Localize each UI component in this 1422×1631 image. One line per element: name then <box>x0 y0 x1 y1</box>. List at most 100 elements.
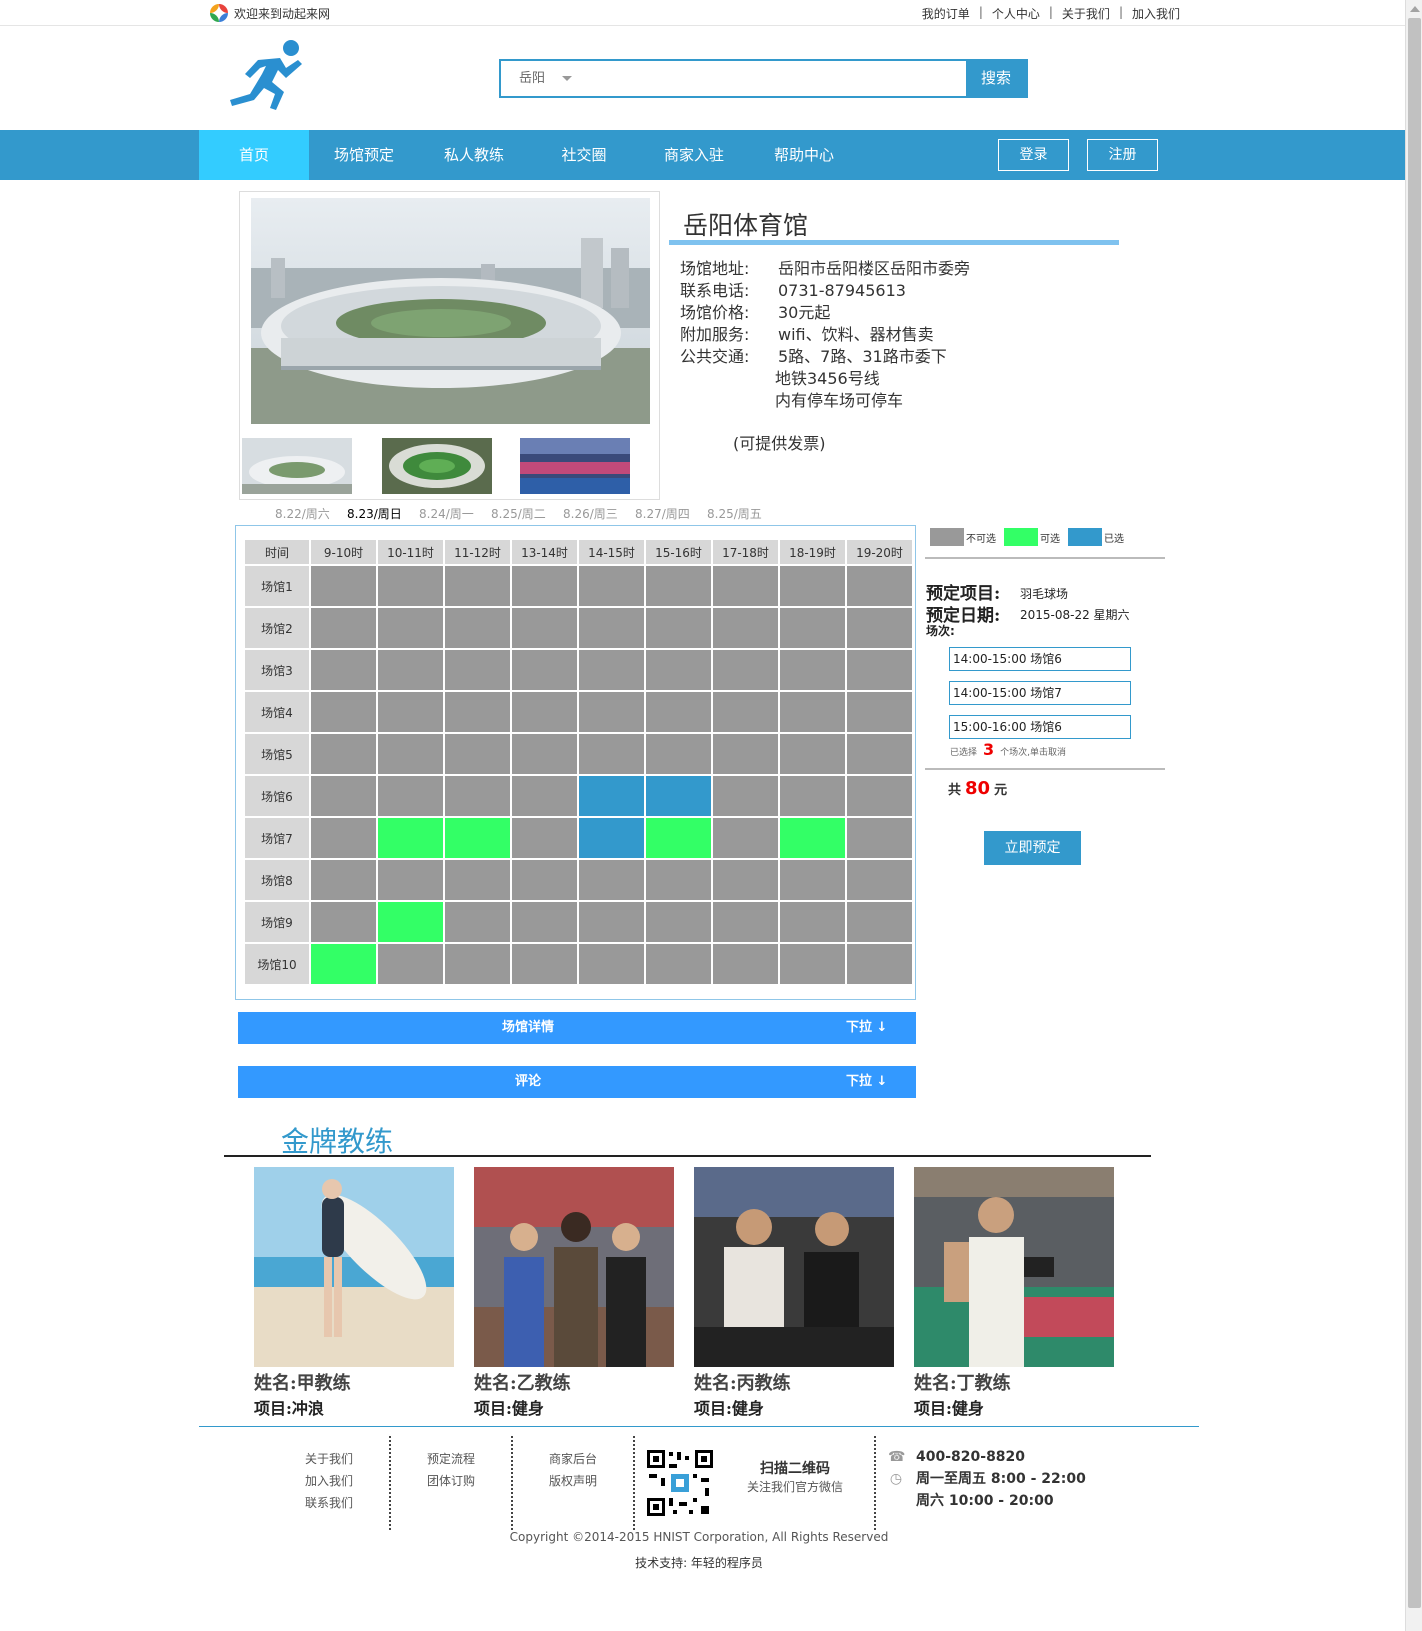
footer-link-about[interactable]: 关于我们 <box>274 1448 384 1470</box>
grid-hour-header: 13-14时 <box>512 540 577 564</box>
coach-photo[interactable] <box>474 1167 674 1367</box>
footer-link-copyright[interactable]: 版权声明 <box>518 1470 628 1492</box>
nav-help[interactable]: 帮助中心 <box>749 130 859 180</box>
legend-swatch-unavailable <box>930 528 964 546</box>
grid-row: 场馆1 <box>245 566 912 606</box>
scrollbar-thumb[interactable] <box>1408 18 1421 1608</box>
slot-available[interactable] <box>445 818 510 858</box>
session-slot[interactable]: 15:00-16:00 场馆6 <box>949 715 1131 739</box>
date-tab[interactable]: 8.25/周五 <box>707 505 762 522</box>
date-tab[interactable]: 8.27/周四 <box>635 505 690 522</box>
slot-available[interactable] <box>646 818 711 858</box>
slot-available[interactable] <box>378 902 443 942</box>
slot-unavailable <box>847 692 912 732</box>
date-tab[interactable]: 8.25/周二 <box>491 505 546 522</box>
venue-transport-extra: 地铁3456号线 <box>775 369 880 388</box>
comments-dropdown[interactable]: 评论 下拉 ↓ <box>238 1066 916 1098</box>
nav-venue-booking[interactable]: 场馆预定 <box>309 130 419 180</box>
scroll-up-arrow-icon[interactable] <box>1410 6 1420 12</box>
venue-gallery <box>239 191 660 500</box>
top-bar: 欢迎来到动起来网 我的订单 | 个人中心 | 关于我们 | 加入我们 <box>0 0 1405 26</box>
legend: 不可选 可选 已选 <box>930 528 1132 546</box>
venue-services: wifi、饮料、器材售卖 <box>778 325 934 344</box>
total-amount: 80 <box>965 778 991 799</box>
session-slot[interactable]: 14:00-15:00 场馆6 <box>949 647 1131 671</box>
grid-row: 场馆6 <box>245 776 912 816</box>
footer-link-contact[interactable]: 联系我们 <box>274 1492 384 1514</box>
total-unit: 元 <box>994 783 1008 798</box>
slot-unavailable <box>847 944 912 984</box>
slot-unavailable <box>311 818 376 858</box>
dropdown-title: 场馆详情 <box>501 1020 554 1035</box>
schedule-table: 时间 9-10时 10-11时 11-12时 13-14时 14-15时 15-16时 17-… <box>243 538 914 986</box>
search-input[interactable] <box>575 61 966 96</box>
coach-photo[interactable] <box>914 1167 1114 1367</box>
coach-photo[interactable] <box>694 1167 894 1367</box>
slot-selected[interactable] <box>579 776 644 816</box>
coach-name: 姓名:丙教练 <box>694 1373 791 1394</box>
slot-available[interactable] <box>378 818 443 858</box>
slot-available[interactable] <box>780 818 845 858</box>
page-scrollbar[interactable] <box>1405 0 1422 1631</box>
slot-unavailable <box>445 902 510 942</box>
coach-card[interactable]: 姓名:甲教练 项目:冲浪 <box>254 1167 454 1419</box>
runner-logo-icon[interactable] <box>228 38 308 112</box>
date-value: 2015-08-22 星期六 <box>1020 608 1130 622</box>
slot-unavailable <box>445 860 510 900</box>
slot-selected[interactable] <box>579 818 644 858</box>
nav-merchant[interactable]: 商家入驻 <box>639 130 749 180</box>
footer-link-join[interactable]: 加入我们 <box>274 1470 384 1492</box>
coach-card[interactable]: 姓名:丙教练 项目:健身 <box>694 1167 894 1419</box>
session-slot[interactable]: 14:00-15:00 场馆7 <box>949 681 1131 705</box>
footer-column: 关于我们 加入我们 联系我们 <box>274 1448 384 1514</box>
venue-thumbnail[interactable] <box>520 438 630 494</box>
top-link-profile[interactable]: 个人中心 <box>992 5 1040 22</box>
search-button[interactable]: 搜索 <box>966 61 1026 96</box>
venue-details-dropdown[interactable]: 场馆详情 下拉 ↓ <box>238 1012 916 1044</box>
date-tab[interactable]: 8.22/周六 <box>275 505 330 522</box>
top-link-orders[interactable]: 我的订单 <box>922 5 970 22</box>
footer-link-merchant[interactable]: 商家后台 <box>518 1448 628 1470</box>
dropdown-toggle[interactable]: 下拉 ↓ <box>846 1066 887 1098</box>
qr-title: 扫描二维码 <box>760 1461 830 1477</box>
slot-unavailable <box>512 818 577 858</box>
grid-hour-header: 14-15时 <box>579 540 644 564</box>
slot-unavailable <box>512 566 577 606</box>
slot-unavailable <box>780 860 845 900</box>
login-button[interactable]: 登录 <box>998 139 1069 171</box>
slot-unavailable <box>378 650 443 690</box>
top-link-about[interactable]: 关于我们 <box>1062 5 1110 22</box>
welcome-text: 欢迎来到动起来网 <box>234 6 331 21</box>
date-tab[interactable]: 8.26/周三 <box>563 505 618 522</box>
nav-personal-trainer[interactable]: 私人教练 <box>419 130 529 180</box>
date-tab[interactable]: 8.24/周一 <box>419 505 474 522</box>
coach-card[interactable]: 姓名:丁教练 项目:健身 <box>914 1167 1114 1419</box>
venue-thumbnail[interactable] <box>382 438 492 494</box>
slot-selected[interactable] <box>646 776 711 816</box>
date-tab-selected[interactable]: 8.23/周日 <box>347 505 402 522</box>
dropdown-toggle[interactable]: 下拉 ↓ <box>846 1012 887 1044</box>
grid-court-label: 场馆5 <box>245 734 309 774</box>
title-underline <box>669 240 1119 245</box>
footer-link-group[interactable]: 团体订购 <box>396 1470 506 1492</box>
register-button[interactable]: 注册 <box>1087 139 1158 171</box>
slot-unavailable <box>445 734 510 774</box>
coach-card[interactable]: 姓名:乙教练 项目:健身 <box>474 1167 674 1419</box>
slot-unavailable <box>646 902 711 942</box>
slot-available[interactable] <box>311 944 376 984</box>
info-label: 场馆价格: <box>680 303 750 322</box>
slot-unavailable <box>311 902 376 942</box>
coach-photo[interactable] <box>254 1167 454 1367</box>
venue-thumbnail[interactable] <box>242 438 352 494</box>
city-select[interactable]: 岳阳 <box>501 61 575 96</box>
grid-court-label: 场馆9 <box>245 902 309 942</box>
grid-time-header: 时间 <box>245 540 309 564</box>
slot-unavailable <box>311 860 376 900</box>
top-link-join[interactable]: 加入我们 <box>1132 5 1180 22</box>
nav-social[interactable]: 社交圈 <box>529 130 639 180</box>
slot-unavailable <box>378 860 443 900</box>
nav-home[interactable]: 首页 <box>199 130 309 180</box>
footer-link-process[interactable]: 预定流程 <box>396 1448 506 1470</box>
slot-unavailable <box>847 608 912 648</box>
book-now-button[interactable]: 立即预定 <box>984 831 1081 865</box>
